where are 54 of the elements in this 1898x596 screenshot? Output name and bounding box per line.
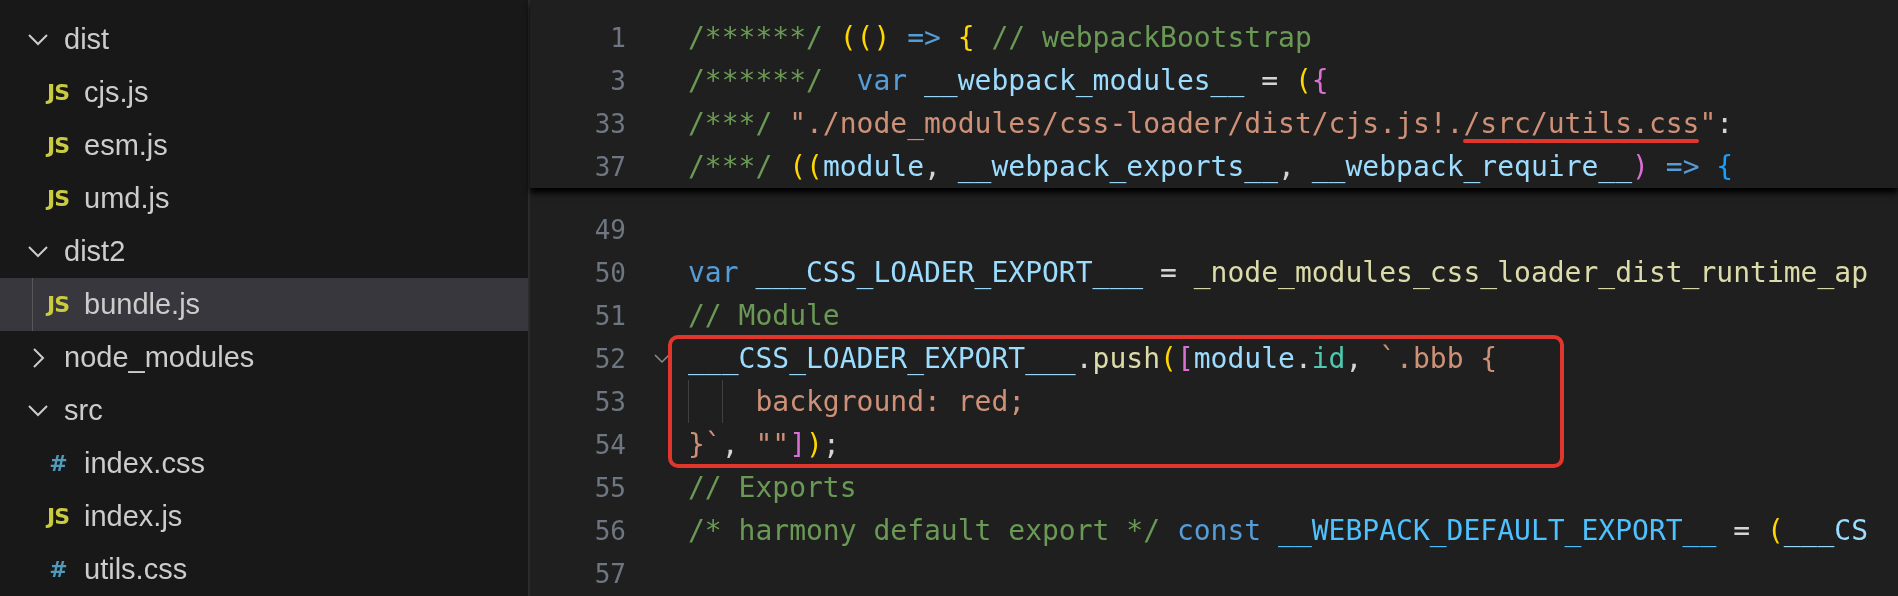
js-icon: JS bbox=[42, 504, 74, 529]
js-icon: JS bbox=[42, 80, 74, 105]
item-label: cjs.js bbox=[84, 76, 149, 109]
js-icon: JS bbox=[42, 292, 74, 317]
hash-icon: # bbox=[42, 557, 74, 582]
item-label: dist2 bbox=[64, 235, 126, 268]
file-item[interactable]: # index.css bbox=[0, 437, 528, 490]
folder-item[interactable]: node_modules bbox=[0, 331, 528, 384]
code-line: /***/ "./node_modules/css-loader/dist/cjs.js!./src/utils.css": bbox=[688, 106, 1734, 142]
item-label: dist bbox=[64, 23, 110, 56]
line-number: 51 bbox=[593, 300, 626, 331]
folder-item[interactable]: src bbox=[0, 384, 528, 437]
item-label: bundle.js bbox=[84, 288, 201, 321]
line-number: 37 bbox=[593, 151, 626, 182]
line-number: 1 bbox=[609, 22, 626, 53]
line-number: 53 bbox=[593, 386, 626, 417]
code-line: }`, ""]); bbox=[688, 427, 840, 463]
item-label: node_modules bbox=[64, 341, 255, 374]
code-line: var ___CSS_LOADER_EXPORT___ = _node_modules_css_loader_dist_runtime_ap bbox=[688, 255, 1869, 291]
folder-item[interactable]: dist2 bbox=[0, 225, 528, 278]
line-number: 3 bbox=[609, 65, 626, 96]
line-number: 54 bbox=[593, 429, 626, 460]
file-item[interactable]: JS index.js bbox=[0, 490, 528, 543]
file-item[interactable]: JS esm.js bbox=[0, 119, 528, 172]
line-number: 56 bbox=[593, 515, 626, 546]
line-number: 50 bbox=[593, 257, 626, 288]
code-line: // Module bbox=[688, 298, 840, 334]
code-line: // Exports bbox=[688, 470, 857, 506]
line-number: 57 bbox=[593, 558, 626, 589]
file-item[interactable]: # utils.css bbox=[0, 543, 528, 596]
line-number: 52 bbox=[593, 343, 626, 374]
item-label: utils.css bbox=[84, 553, 188, 586]
code-line: /******/ (() => { // webpackBootstrap bbox=[688, 20, 1312, 56]
line-number: 55 bbox=[593, 472, 626, 503]
item-label: esm.js bbox=[84, 129, 168, 162]
item-label: src bbox=[64, 394, 103, 427]
code-line: /******/ var __webpack_modules__ = ({ bbox=[688, 63, 1329, 99]
js-icon: JS bbox=[42, 133, 74, 158]
hash-icon: # bbox=[42, 451, 74, 476]
folder-item[interactable]: dist bbox=[0, 13, 528, 66]
code-line: /***/ ((module, __webpack_exports__, __webpack_require__) => { bbox=[688, 149, 1734, 185]
item-label: index.css bbox=[84, 447, 205, 480]
line-number: 33 bbox=[593, 108, 626, 139]
code-line: ___CSS_LOADER_EXPORT___.push([module.id, `.bbb { bbox=[688, 341, 1498, 377]
item-label: umd.js bbox=[84, 182, 170, 215]
chevron-icon[interactable] bbox=[654, 352, 670, 365]
file-item[interactable]: JS umd.js bbox=[0, 172, 528, 225]
file-item[interactable]: JS bundle.js bbox=[0, 278, 528, 331]
code-line: background: red; bbox=[754, 384, 1026, 420]
js-icon: JS bbox=[42, 186, 74, 211]
item-label: index.js bbox=[84, 500, 183, 533]
code-line: /* harmony default export */ const __WEBPACK_DEFAULT_EXPORT__ = (___CS bbox=[688, 513, 1869, 549]
line-number: 49 bbox=[593, 214, 626, 245]
file-item[interactable]: JS cjs.js bbox=[0, 66, 528, 119]
